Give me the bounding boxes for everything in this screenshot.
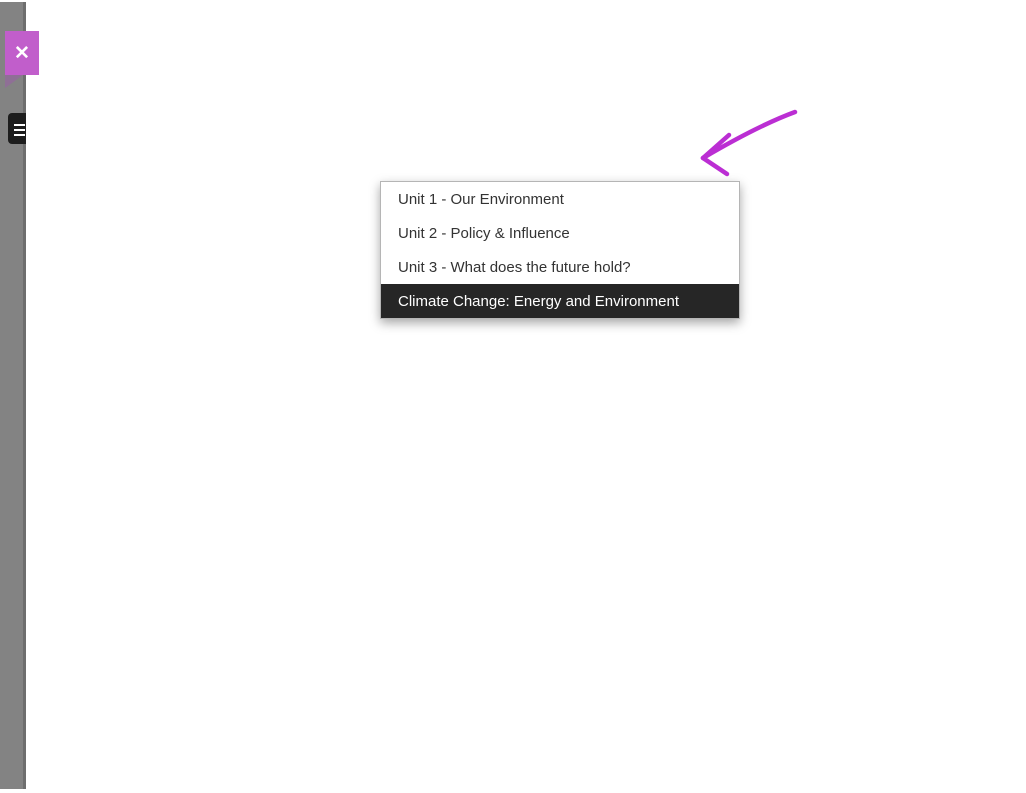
menu-item-unit2[interactable]: Unit 2 - Policy & Influence	[381, 216, 739, 250]
menu-item-unit3[interactable]: Unit 3 - What does the future hold?	[381, 250, 739, 284]
close-button-ribbon-fold	[5, 75, 23, 88]
hamburger-icon	[14, 134, 25, 136]
app-window: ✕ Intro to Ecology Climate Change: Energ…	[0, 0, 1026, 793]
menu-item-climate-change[interactable]: Climate Change: Energy and Environment	[381, 284, 739, 318]
content-panel	[26, 2, 1024, 789]
close-panel-button[interactable]: ✕	[5, 31, 39, 75]
menu-item-unit1[interactable]: Unit 1 - Our Environment	[381, 182, 739, 216]
content-selector-menu: Unit 1 - Our Environment Unit 2 - Policy…	[380, 181, 740, 319]
close-icon: ✕	[14, 42, 30, 65]
hamburger-icon	[14, 124, 25, 126]
hamburger-icon	[14, 129, 25, 131]
